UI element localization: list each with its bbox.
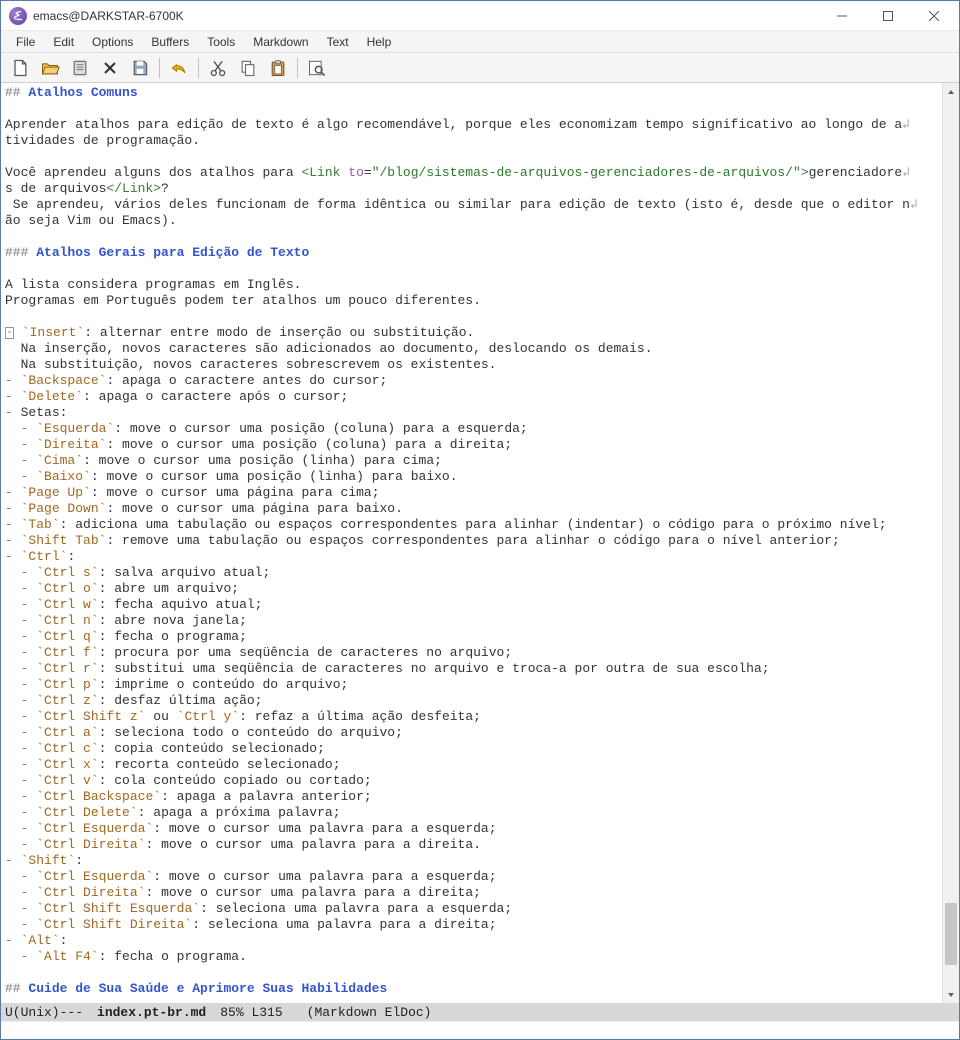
fold-marker-icon[interactable]: - <box>5 327 14 339</box>
menu-file[interactable]: File <box>7 33 44 51</box>
cut-button[interactable] <box>205 56 231 80</box>
window-title: emacs@DARKSTAR-6700K <box>33 9 184 23</box>
menu-tools[interactable]: Tools <box>198 33 244 51</box>
minibuffer[interactable] <box>1 1021 959 1039</box>
menu-help[interactable]: Help <box>358 33 401 51</box>
editor-area: ## Atalhos Comuns Aprender atalhos para … <box>1 83 959 1003</box>
minimize-button[interactable] <box>819 1 865 31</box>
toolbar <box>1 53 959 83</box>
scroll-down-arrow-icon[interactable] <box>943 986 959 1003</box>
emacs-app-icon <box>9 7 27 25</box>
modeline-mode: (Markdown ElDoc) <box>307 1005 432 1020</box>
modeline-filename: index.pt-br.md <box>97 1005 206 1020</box>
maximize-button[interactable] <box>865 1 911 31</box>
undo-button[interactable] <box>166 56 192 80</box>
toolbar-separator <box>159 58 160 78</box>
toolbar-separator <box>198 58 199 78</box>
mode-line[interactable]: U(Unix)--- index.pt-br.md 85% L315 (Mark… <box>1 1003 959 1021</box>
close-button[interactable] <box>911 1 957 31</box>
menu-options[interactable]: Options <box>83 33 142 51</box>
menu-edit[interactable]: Edit <box>44 33 83 51</box>
scrollbar-thumb[interactable] <box>945 903 957 965</box>
vertical-scrollbar[interactable] <box>942 83 959 1003</box>
open-dir-button[interactable] <box>67 56 93 80</box>
modeline-position: 85% L315 <box>220 1005 282 1020</box>
scroll-up-arrow-icon[interactable] <box>943 83 959 100</box>
paste-button[interactable] <box>265 56 291 80</box>
menubar: File Edit Options Buffers Tools Markdown… <box>1 31 959 53</box>
open-file-button[interactable] <box>37 56 63 80</box>
close-buffer-button[interactable] <box>97 56 123 80</box>
save-button[interactable] <box>127 56 153 80</box>
search-button[interactable] <box>304 56 330 80</box>
toolbar-separator <box>297 58 298 78</box>
new-file-button[interactable] <box>7 56 33 80</box>
menu-markdown[interactable]: Markdown <box>244 33 317 51</box>
text-editor[interactable]: ## Atalhos Comuns Aprender atalhos para … <box>1 83 942 1003</box>
copy-button[interactable] <box>235 56 261 80</box>
menu-buffers[interactable]: Buffers <box>142 33 198 51</box>
modeline-coding: U(Unix)--- <box>5 1005 83 1020</box>
window-titlebar: emacs@DARKSTAR-6700K <box>1 1 959 31</box>
menu-text[interactable]: Text <box>318 33 358 51</box>
